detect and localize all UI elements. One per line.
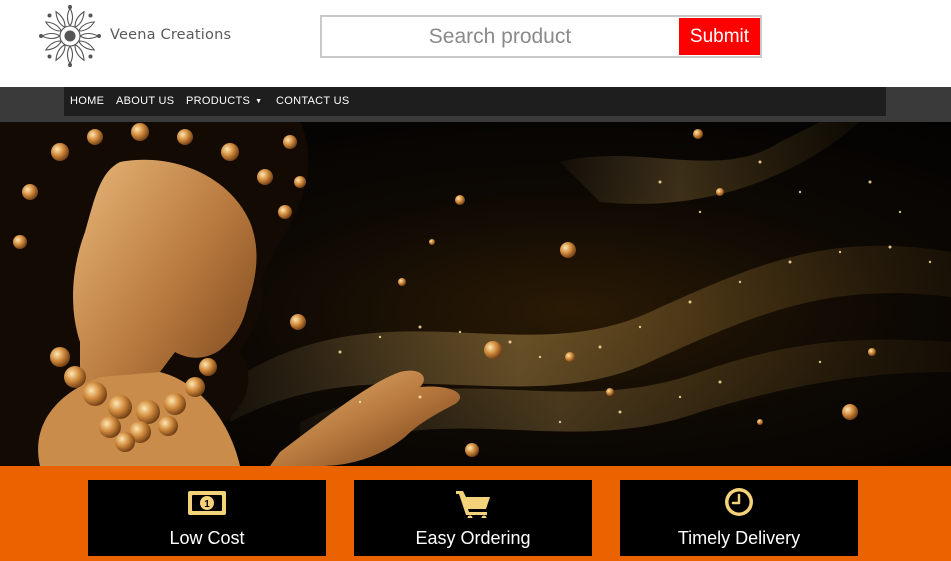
nav-item-contact-us[interactable]: CONTACT US: [276, 87, 350, 116]
nav-item-label: PRODUCTS: [186, 95, 251, 107]
feature-low-cost[interactable]: 1 Low Cost: [88, 480, 326, 556]
features-strip: 1 Low Cost Easy Ordering Timely Delivery: [0, 466, 951, 561]
clock-icon: [725, 488, 753, 516]
feature-label: Easy Ordering: [415, 528, 531, 548]
hero-banner: [0, 122, 951, 466]
nav-item-about-us[interactable]: ABOUT US: [116, 87, 174, 116]
hero-image: [0, 122, 951, 466]
main-nav: HOME ABOUT US PRODUCTS ▼ CONTACT US: [64, 87, 886, 116]
submit-button[interactable]: Submit: [679, 18, 760, 55]
cart-icon: [456, 491, 490, 518]
site-header: Veena Creations Submit: [0, 0, 951, 87]
nav-bar: HOME ABOUT US PRODUCTS ▼ CONTACT US: [0, 87, 951, 122]
nav-item-label: CONTACT US: [276, 95, 350, 107]
svg-text:1: 1: [204, 499, 210, 510]
search-input[interactable]: [322, 17, 678, 56]
search-bar: Submit: [320, 15, 762, 58]
mandala-logo-icon[interactable]: [38, 5, 102, 67]
nav-item-label: HOME: [70, 95, 105, 107]
money-icon: 1: [188, 491, 226, 515]
brand-name[interactable]: Veena Creations: [110, 27, 231, 43]
feature-label: Low Cost: [169, 528, 245, 548]
nav-item-home[interactable]: HOME: [70, 87, 104, 116]
caret-down-icon: ▼: [255, 98, 263, 105]
feature-label: Timely Delivery: [677, 528, 801, 548]
nav-item-products[interactable]: PRODUCTS ▼: [186, 87, 262, 116]
feature-easy-ordering[interactable]: Easy Ordering: [354, 480, 592, 556]
feature-timely-delivery[interactable]: Timely Delivery: [620, 480, 858, 556]
nav-item-label: ABOUT US: [116, 95, 175, 107]
